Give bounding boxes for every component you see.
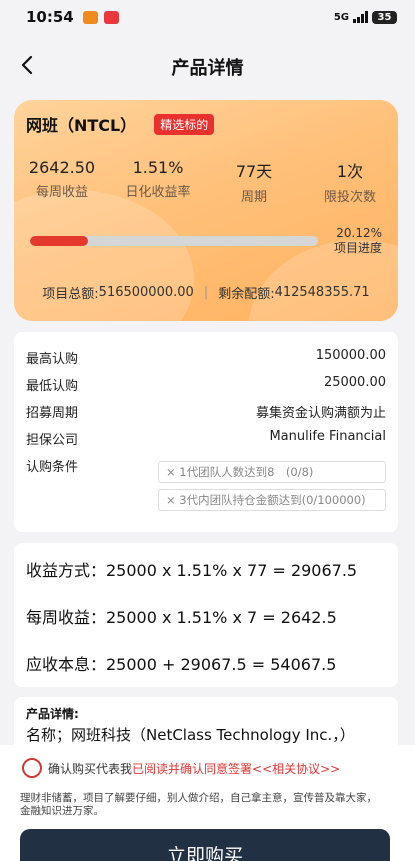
subscription-info: 最高认购 150000.00 最低认购 25000.00 招募周期 募集资金认购…: [14, 332, 398, 532]
remaining-quota-label: 剩余配额:: [218, 287, 275, 302]
info-row-period: 招募周期 募集资金认购满额为止: [26, 402, 386, 421]
status-bar: 10:54 5G 35: [0, 0, 415, 34]
info-row-guarantor: 担保公司 Manulife Financial: [26, 429, 386, 448]
stat-label: 日化收益率: [125, 185, 191, 200]
page-title: 产品详情: [171, 58, 244, 79]
buy-now-button[interactable]: 立即购买: [20, 829, 390, 861]
progress-label: 项目进度: [333, 241, 382, 255]
stat-daily-rate: 1.51% 日化收益率: [110, 158, 206, 205]
agreement-link[interactable]: 已阅读并确认同意签署<<相关协议>>: [132, 760, 340, 777]
info-value: 25000.00: [323, 375, 386, 390]
income-calculation: 收益方式：25000 x 1.51% x 77 = 29067.5 每周收益：2…: [14, 543, 398, 687]
signal-icon: [353, 11, 368, 23]
stat-value: 2642.50: [28, 158, 96, 177]
agreement-text: 确认购买代表我: [48, 761, 133, 776]
calc-line-weekly: 每周收益：25000 x 1.51% x 7 = 2642.5: [26, 608, 337, 627]
total-amount-label: 项目总额:: [42, 287, 99, 302]
stat-period: 77天 周期: [206, 158, 302, 205]
progress-fill: [30, 236, 88, 246]
conditions-label: 认购条件: [26, 460, 79, 475]
info-value: 募集资金认购满额为止: [255, 406, 386, 421]
remaining-quota-value: 412548355.71: [274, 285, 370, 300]
progress-bar: [30, 236, 318, 246]
product-name: 网班（NTCL）: [26, 116, 137, 135]
info-label: 最低认购: [26, 379, 79, 394]
info-label: 担保公司: [26, 433, 79, 448]
network-type: 5G: [333, 11, 349, 23]
status-time: 10:54: [26, 8, 74, 26]
detail-text: 名称；网班科技（NetClass Technology Inc.，）: [26, 726, 355, 744]
disclaimer-text: 理财非储蓄，项目了解要仔细，别人做介绍，自己拿主意，宣传普及靠大家，金融知识进万…: [20, 792, 377, 817]
battery-icon: 35: [372, 10, 397, 24]
condition-item: × 3代内团队持仓金额达到(0/100000): [158, 489, 386, 511]
stat-label: 每周收益: [35, 185, 88, 200]
progress-percent: 20.12%: [336, 226, 382, 240]
stat-label: 周期: [240, 190, 267, 205]
total-amount-value: 516500000.00: [98, 285, 194, 300]
app-notification-icon: [103, 10, 119, 24]
product-card: 网班（NTCL） 精选标的 2642.50 每周收益 1.51% 日化收益率 7…: [14, 100, 398, 321]
stat-invest-limit: 1次 限投次数: [302, 158, 398, 205]
info-value: 150000.00: [315, 348, 386, 363]
info-label: 招募周期: [26, 406, 79, 421]
stat-label: 限投次数: [323, 190, 376, 205]
info-value: Manulife Financial: [269, 429, 386, 444]
detail-title: 产品详情:: [26, 707, 79, 721]
stat-value: 1次: [336, 162, 364, 181]
progress-info: 20.12% 项目进度: [334, 226, 382, 256]
stat-weekly-income: 2642.50 每周收益: [14, 158, 110, 205]
card-footer: 项目总额: 516500000.00 | 剩余配额: 412548355.71: [14, 283, 398, 302]
product-header: 网班（NTCL） 精选标的: [26, 112, 215, 136]
condition-item: × 1代团队人数达到8 (0/8): [158, 461, 386, 483]
status-indicators: 5G 35: [333, 10, 397, 24]
calc-line-income: 收益方式：25000 x 1.51% x 77 = 29067.5: [26, 561, 358, 580]
calc-line-principal: 应收本息：25000 + 29067.5 = 54067.5: [26, 655, 337, 674]
featured-badge: 精选标的: [154, 113, 215, 135]
divider: |: [203, 285, 209, 300]
stat-value: 1.51%: [132, 158, 184, 177]
nav-bar: 产品详情: [0, 34, 415, 94]
info-row-max: 最高认购 150000.00: [26, 348, 386, 367]
info-row-min: 最低认购 25000.00: [26, 375, 386, 394]
stat-value: 77天: [235, 162, 273, 181]
agreement-row: 确认购买代表我 已阅读并确认同意签署<<相关协议>>: [22, 758, 340, 778]
product-stats: 2642.50 每周收益 1.51% 日化收益率 77天 周期 1次 限投次数: [14, 158, 398, 205]
info-label: 最高认购: [26, 352, 79, 367]
app-notification-icon: [82, 10, 98, 24]
agreement-radio[interactable]: [22, 758, 42, 778]
